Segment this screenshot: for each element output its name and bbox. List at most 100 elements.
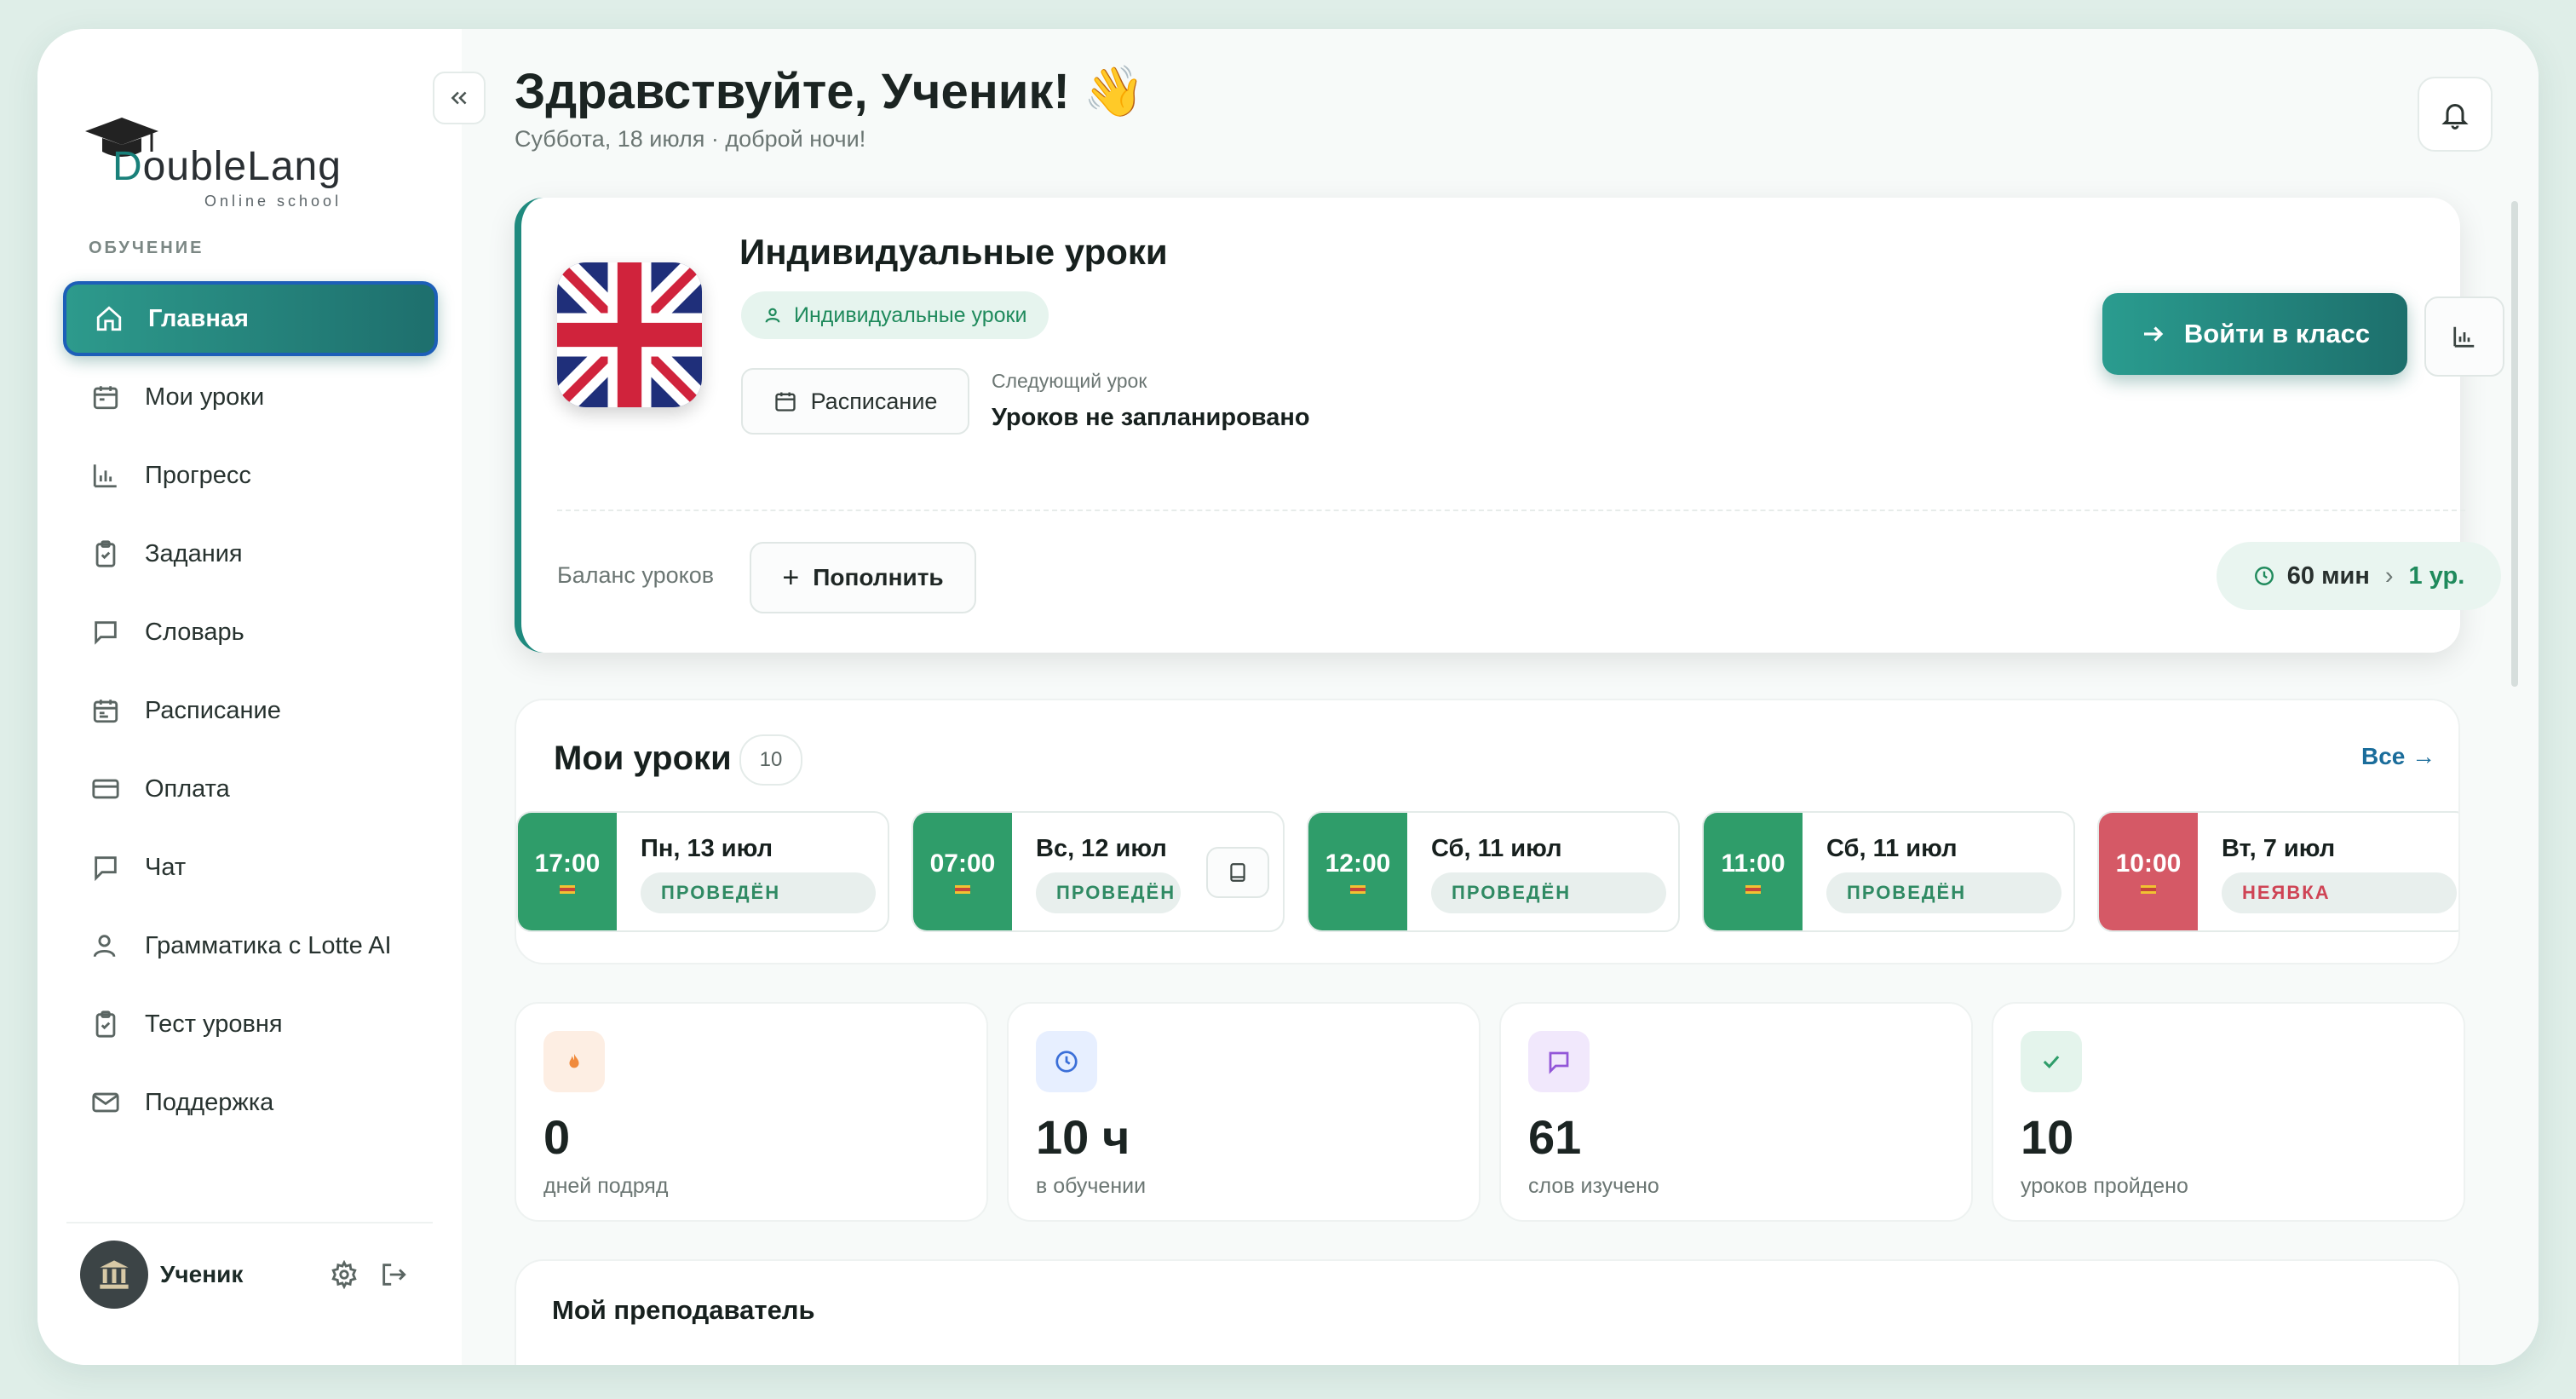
- status-badge: ПРОВЕДЁН: [641, 872, 876, 913]
- lesson-time: 17:00: [518, 813, 617, 930]
- sidebar-item-label: Оплата: [145, 774, 230, 803]
- user-icon: [763, 306, 782, 325]
- my-lessons-panel: Мои уроки 10 Все → 17:00 Пн, 13 июл ПРОВ…: [515, 699, 2460, 964]
- status-badge: НЕЯВКА: [2222, 872, 2457, 913]
- sidebar-item-home[interactable]: Главная: [63, 281, 438, 356]
- arrow-right-icon: [2140, 321, 2165, 347]
- clock-icon: [1036, 1031, 1097, 1092]
- sidebar-item-label: Чат: [145, 853, 187, 881]
- lesson-date: Пн, 13 июл: [641, 835, 773, 862]
- stat-label: слов изучено: [1528, 1174, 1659, 1198]
- notifications-button[interactable]: [2418, 77, 2493, 152]
- sidebar-item-label: Тест уровня: [145, 1010, 283, 1038]
- stat-value: 10 ч: [1036, 1110, 1130, 1164]
- collapse-sidebar-button[interactable]: [433, 72, 486, 124]
- spain-flag-icon: [955, 885, 970, 894]
- topup-button[interactable]: + Пополнить: [750, 542, 976, 613]
- chat-bubble-icon: [89, 850, 123, 884]
- sidebar-item-assignments[interactable]: Задания: [63, 516, 438, 591]
- message-square-icon: [1528, 1031, 1590, 1092]
- lesson-card[interactable]: 17:00 Пн, 13 июл ПРОВЕДЁН: [516, 811, 889, 932]
- lesson-date: Сб, 11 июл: [1826, 835, 1958, 862]
- lesson-card[interactable]: 11:00 Сб, 11 июл ПРОВЕДЁН: [1702, 811, 2075, 932]
- brand-name: DoubleLang: [112, 144, 342, 189]
- view-all-link[interactable]: Все →: [2361, 743, 2435, 770]
- sidebar-item-label: Прогресс: [145, 461, 251, 489]
- course-card: Индивидуальные уроки Индивидуальные урок…: [515, 198, 2504, 653]
- sidebar-item-grammar-ai[interactable]: Грамматика с Lotte AI: [63, 908, 438, 983]
- calendar-icon: [773, 389, 797, 413]
- lesson-date: Вт, 7 июл: [2222, 835, 2336, 862]
- sidebar-item-support[interactable]: Поддержка: [63, 1065, 438, 1140]
- book-icon: [1230, 863, 1245, 882]
- avatar[interactable]: [80, 1241, 148, 1309]
- sidebar-nav: Главная Мои уроки Прогресс Задания Слова…: [63, 281, 438, 1143]
- stat-card-streak: 0 дней подряд: [515, 1002, 988, 1222]
- flame-icon: [543, 1031, 605, 1092]
- sidebar-item-my-lessons[interactable]: Мои уроки: [63, 360, 438, 435]
- spain-flag-icon: [560, 885, 575, 894]
- sidebar-item-payment[interactable]: Оплата: [63, 751, 438, 826]
- spain-flag-icon: [2141, 885, 2156, 894]
- teacher-panel: Мой преподаватель: [515, 1259, 2460, 1365]
- balance-label: Баланс уроков: [557, 562, 715, 588]
- stat-card-lessons: 10 уроков пройдено: [1992, 1002, 2465, 1222]
- stat-card-hours: 10 ч в обучении: [1007, 1002, 1481, 1222]
- enter-class-button[interactable]: Войти в класс: [2102, 293, 2407, 375]
- lesson-duration: 60 мин: [2286, 561, 2370, 590]
- scrollbar[interactable]: [2511, 201, 2518, 687]
- sidebar-item-dictionary[interactable]: Словарь: [63, 595, 438, 670]
- sidebar-item-level-test[interactable]: Тест уровня: [63, 987, 438, 1062]
- gear-icon[interactable]: [325, 1256, 363, 1293]
- bar-chart-icon: [2453, 326, 2475, 348]
- lesson-card[interactable]: 10:00 Вт, 7 июл НЕЯВКА: [2097, 811, 2458, 932]
- sidebar-item-label: Мои уроки: [145, 383, 265, 411]
- user-name: Ученик: [160, 1261, 244, 1287]
- lesson-time: 12:00: [1308, 813, 1407, 930]
- course-type-chip: Индивидуальные уроки: [741, 291, 1049, 339]
- homework-button[interactable]: [1206, 847, 1269, 898]
- page-subtitle: Суббота, 18 июля · доброй ночи!: [515, 126, 866, 152]
- section-title: Мои уроки: [554, 740, 732, 777]
- lesson-time: 07:00: [913, 813, 1012, 930]
- section-label: ОБУЧЕНИЕ: [89, 239, 204, 257]
- bar-chart-icon: [89, 458, 123, 492]
- lesson-date: Сб, 11 июл: [1431, 835, 1562, 862]
- sidebar-item-label: Главная: [148, 304, 249, 332]
- sidebar-item-chat[interactable]: Чат: [63, 830, 438, 905]
- clipboard-check-icon: [89, 537, 123, 571]
- stat-label: уроков пройдено: [2021, 1174, 2188, 1198]
- stat-value: 61: [1528, 1110, 1582, 1164]
- logo[interactable]: DoubleLang Online school: [83, 87, 356, 210]
- next-lesson-value: Уроков не запланировано: [992, 404, 1310, 431]
- sidebar-item-label: Поддержка: [145, 1088, 274, 1116]
- chevrons-left-icon: [451, 91, 467, 105]
- logout-icon[interactable]: [375, 1256, 412, 1293]
- count-badge: 10: [739, 734, 802, 786]
- spain-flag-icon: [1350, 885, 1366, 894]
- course-stats-button[interactable]: [2424, 296, 2504, 377]
- sidebar-item-progress[interactable]: Прогресс: [63, 438, 438, 513]
- next-lesson-label: Следующий урок: [992, 370, 1147, 392]
- uk-flag-icon: [557, 262, 702, 407]
- sidebar-item-schedule[interactable]: Расписание: [63, 673, 438, 748]
- check-icon: [2021, 1031, 2082, 1092]
- schedule-button[interactable]: Расписание: [741, 368, 969, 435]
- status-badge: ПРОВЕДЁН: [1431, 872, 1666, 913]
- lesson-card[interactable]: 12:00 Сб, 11 июл ПРОВЕДЁН: [1307, 811, 1680, 932]
- clock-icon: [2253, 565, 2275, 587]
- lesson-time: 11:00: [1704, 813, 1803, 930]
- balance-pill: 60 мин › 1 ур.: [2217, 542, 2501, 610]
- page-title: Здравствуйте, Ученик! 👋: [515, 64, 1146, 119]
- course-title: Индивидуальные уроки: [739, 232, 1168, 272]
- sidebar-item-label: Словарь: [145, 618, 244, 646]
- status-badge: ПРОВЕДЁН: [1036, 872, 1181, 913]
- sidebar-item-label: Расписание: [145, 696, 281, 724]
- lesson-time: 10:00: [2099, 813, 2198, 930]
- home-icon: [92, 302, 126, 336]
- app-window: DoubleLang Online school ОБУЧЕНИЕ Главна…: [37, 29, 2539, 1365]
- lesson-date: Вс, 12 июл: [1036, 835, 1167, 862]
- stat-value: 0: [543, 1110, 571, 1164]
- user-card: Ученик: [66, 1222, 433, 1326]
- lesson-card[interactable]: 07:00 Вс, 12 июл ПРОВЕДЁН: [911, 811, 1285, 932]
